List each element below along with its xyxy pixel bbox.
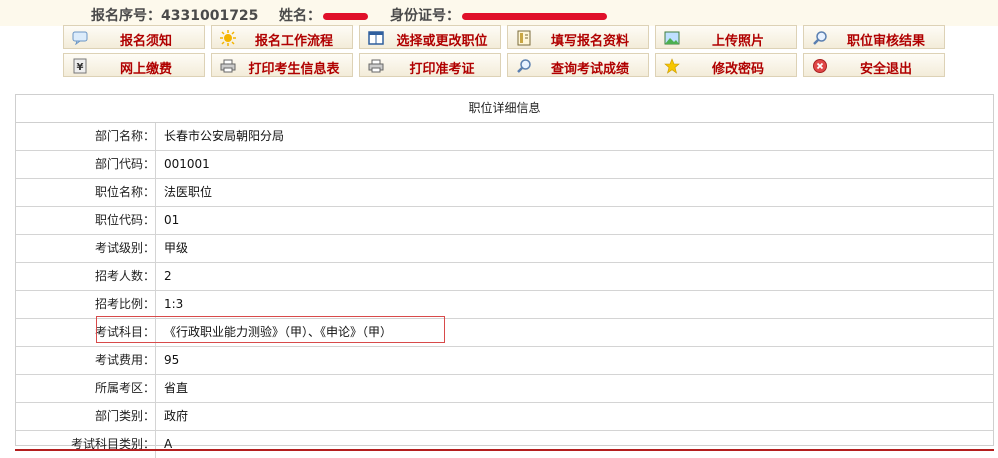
exam-fee-value: 95 — [164, 353, 180, 367]
logout-button[interactable]: 安全退出 — [803, 53, 945, 77]
detail-row: 部门名称： 长春市公安局朝阳分局 — [16, 123, 993, 151]
recruit-count-value: 2 — [164, 269, 172, 283]
photo-icon — [664, 30, 680, 46]
panel-title: 职位详细信息 — [16, 95, 993, 123]
upload-photo-button[interactable]: 上传照片 — [655, 25, 797, 49]
detail-row: 招考比例： 1:3 — [16, 291, 993, 319]
department-name-value: 长春市公安局朝阳分局 — [164, 129, 285, 143]
yen-icon: ¥ — [72, 58, 88, 74]
print-info-button-label: 打印考生信息表 — [248, 62, 340, 77]
subject-category-value: A — [164, 437, 173, 451]
exam-level-label: 考试级别： — [16, 235, 156, 262]
online-payment-button[interactable]: ¥ 网上缴费 — [63, 53, 205, 77]
detail-row: 考试科目： 《行政职业能力测验》（甲）、《申论》（甲） — [16, 319, 993, 347]
registration-number-label: 报名序号： — [91, 8, 161, 24]
logout-button-label: 安全退出 — [859, 62, 912, 77]
print-info-button[interactable]: 打印考生信息表 — [211, 53, 353, 77]
star-icon — [664, 58, 680, 74]
notice-icon — [72, 30, 88, 46]
exam-area-value: 省直 — [164, 381, 189, 395]
id-number-redaction — [462, 12, 607, 20]
svg-text:¥: ¥ — [77, 62, 84, 73]
exam-subjects-value: 《行政职业能力测验》（甲）、《申论》（甲） — [164, 325, 393, 339]
online-payment-button-label: 网上缴费 — [119, 62, 172, 77]
position-name-label: 职位名称： — [16, 179, 156, 206]
registration-number-value: 4331001725 — [161, 8, 259, 24]
workflow-button[interactable]: 报名工作流程 — [211, 25, 353, 49]
print-admission-button-label: 打印准考证 — [409, 62, 475, 77]
detail-row: 部门类别： 政府 — [16, 403, 993, 431]
upload-photo-button-label: 上传照片 — [711, 34, 764, 49]
fill-form-button[interactable]: 填写报名资料 — [507, 25, 649, 49]
applicant-header: 报名序号：4331001725 姓名： 身份证号： — [0, 0, 998, 26]
department-code-value: 001001 — [164, 157, 210, 171]
detail-row: 部门代码： 001001 — [16, 151, 993, 179]
fill-form-button-label: 填写报名资料 — [550, 34, 629, 49]
detail-row: 考试级别： 甲级 — [16, 235, 993, 263]
position-name-value: 法医职位 — [164, 185, 213, 199]
workflow-button-label: 报名工作流程 — [254, 34, 333, 49]
recruit-count-label: 招考人数： — [16, 263, 156, 290]
id-number-label: 身份证号： — [390, 8, 460, 24]
detail-row: 职位代码： 01 — [16, 207, 993, 235]
position-code-label: 职位代码： — [16, 207, 156, 234]
recruit-ratio-value: 1:3 — [164, 297, 184, 311]
review-result-button[interactable]: 职位审核结果 — [803, 25, 945, 49]
detail-row: 所属考区： 省直 — [16, 375, 993, 403]
applicant-name-label: 姓名： — [279, 8, 321, 24]
exam-level-value: 甲级 — [164, 241, 189, 255]
review-result-button-label: 职位审核结果 — [846, 34, 925, 49]
query-score-button-label: 查询考试成绩 — [550, 62, 629, 77]
change-password-button-label: 修改密码 — [711, 62, 764, 77]
window-icon — [368, 30, 384, 46]
print-admission-button[interactable]: 打印准考证 — [359, 53, 501, 77]
notice-button-label: 报名须知 — [119, 34, 172, 49]
department-name-label: 部门名称： — [16, 123, 156, 150]
detail-row: 招考人数： 2 — [16, 263, 993, 291]
select-position-button[interactable]: 选择或更改职位 — [359, 25, 501, 49]
search-icon — [516, 58, 532, 74]
exam-fee-label: 考试费用： — [16, 347, 156, 374]
id-number: 身份证号： — [390, 5, 607, 25]
department-code-label: 部门代码： — [16, 151, 156, 178]
sun-icon — [220, 30, 236, 46]
form-icon — [516, 30, 532, 46]
detail-row: 职位名称： 法医职位 — [16, 179, 993, 207]
change-password-button[interactable]: 修改密码 — [655, 53, 797, 77]
exam-subjects-label: 考试科目： — [16, 319, 156, 346]
query-score-button[interactable]: 查询考试成绩 — [507, 53, 649, 77]
bottom-divider — [15, 449, 994, 451]
search-icon — [812, 30, 828, 46]
detail-row: 考试费用： 95 — [16, 347, 993, 375]
exit-icon — [812, 58, 828, 74]
notice-button[interactable]: 报名须知 — [63, 25, 205, 49]
name-redaction — [323, 12, 368, 20]
department-type-value: 政府 — [164, 409, 189, 423]
printer-icon — [368, 58, 384, 74]
applicant-name: 姓名： — [279, 5, 368, 25]
registration-number: 报名序号：4331001725 — [91, 5, 258, 25]
exam-area-label: 所属考区： — [16, 375, 156, 402]
detail-row: 考试科目类别： A — [16, 431, 993, 458]
department-type-label: 部门类别： — [16, 403, 156, 430]
position-code-value: 01 — [164, 213, 180, 227]
select-position-button-label: 选择或更改职位 — [396, 34, 488, 49]
recruit-ratio-label: 招考比例： — [16, 291, 156, 318]
printer-icon — [220, 58, 236, 74]
position-detail-panel: 职位详细信息 部门名称： 长春市公安局朝阳分局 部门代码： 001001 职位名… — [15, 94, 994, 458]
subject-category-label: 考试科目类别： — [16, 431, 156, 458]
